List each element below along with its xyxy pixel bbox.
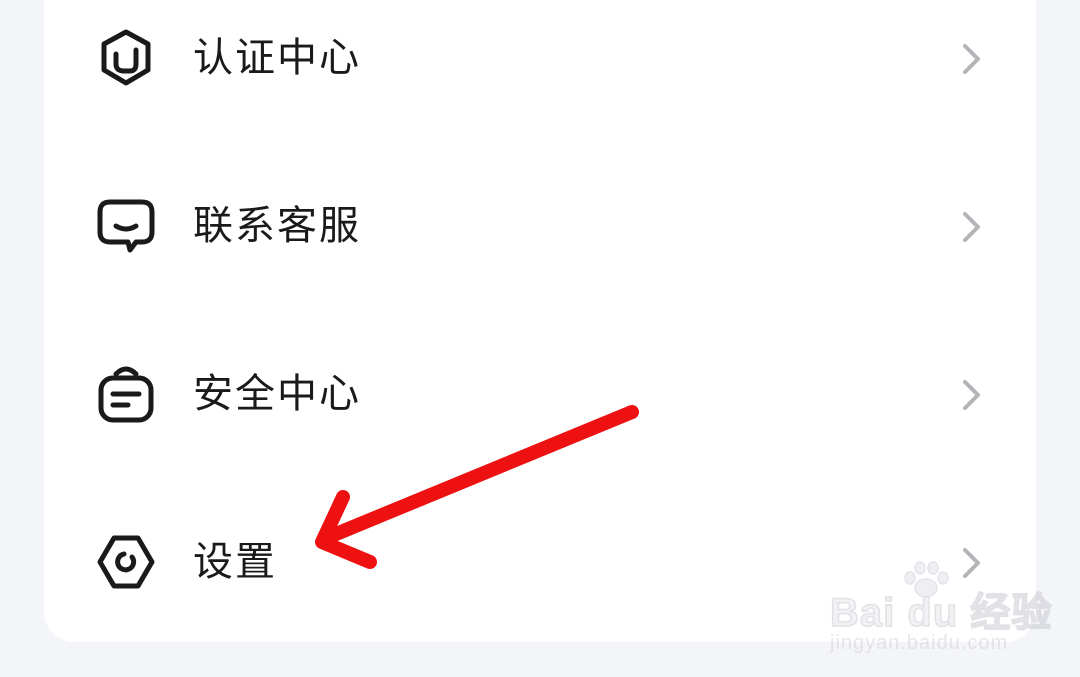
chevron-right-icon [963, 212, 980, 242]
menu-item-contact-support[interactable]: 联系客服 [44, 168, 1036, 288]
watermark-url: jingyan.baidu.com [830, 632, 1009, 654]
menu-item-label: 认证中心 [193, 35, 361, 81]
menu-item-certification-center[interactable]: 认证中心 [44, 0, 1036, 120]
security-icon [98, 366, 154, 423]
menu-item-label: 安全中心 [193, 371, 361, 417]
settings-icon [97, 535, 155, 589]
watermark-brand: Bai du 经验 [829, 590, 1053, 636]
watermark: Bai du 经验 jingyan.baidu.com [826, 560, 1052, 660]
menu-item-label: 联系客服 [193, 203, 361, 249]
certification-icon [101, 29, 151, 86]
customer-service-icon [97, 199, 155, 253]
chevron-right-icon [963, 44, 980, 74]
page: 认证中心 联系客服 安全中心 设置 Bai du 经验 jingyan.baid… [0, 0, 1080, 677]
chevron-right-icon [963, 380, 980, 410]
menu-item-security-center[interactable]: 安全中心 [44, 336, 1036, 456]
menu-item-label: 设置 [193, 539, 277, 585]
